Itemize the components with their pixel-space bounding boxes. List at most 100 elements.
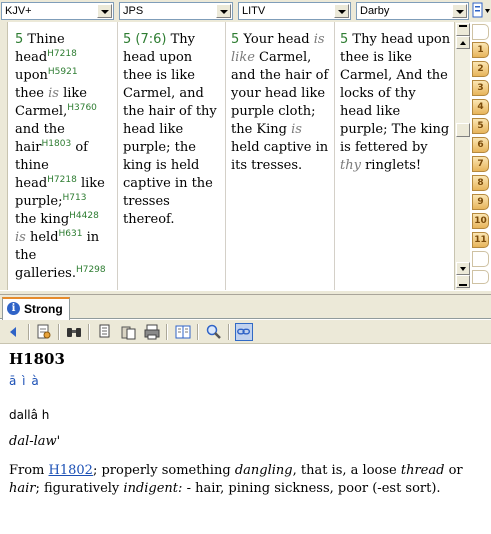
- word: like: [63, 86, 87, 101]
- strong-reference-link[interactable]: H1802: [49, 463, 93, 478]
- def-text: ; properly something: [92, 463, 231, 478]
- book-icon[interactable]: [174, 323, 192, 341]
- verse-reference: (7:6): [135, 32, 167, 47]
- word: and the: [15, 122, 65, 137]
- chevron-down-icon[interactable]: [452, 4, 467, 18]
- word: held: [29, 230, 59, 245]
- chapter-tab[interactable]: 2: [472, 61, 489, 77]
- strong-definition-panel: [0, 345, 491, 534]
- strong-number-link[interactable]: H631: [59, 229, 83, 239]
- strong-number-link[interactable]: H7218: [47, 49, 77, 59]
- chapter-tab[interactable]: 6: [472, 137, 489, 153]
- word: of: [75, 140, 88, 155]
- back-arrow-icon[interactable]: [5, 323, 23, 341]
- chapter-tab[interactable]: 8: [472, 175, 489, 191]
- def-italic: hair: [9, 481, 36, 496]
- chapter-tabs: 1 2 3 4 5 6 7 8 9 10 11: [471, 22, 491, 290]
- chapter-tab[interactable]: 3: [472, 80, 489, 96]
- verse-number[interactable]: 5: [340, 32, 348, 47]
- strong-definition: From H1802; properly something dangling,…: [9, 462, 481, 498]
- more-icon[interactable]: [484, 2, 491, 20]
- version-select-jps-value: JPS: [123, 5, 144, 17]
- def-text: or: [448, 463, 463, 478]
- def-italic: thread: [400, 463, 445, 478]
- paste-icon[interactable]: [120, 323, 138, 341]
- version-select-darby[interactable]: Darby: [356, 2, 469, 20]
- verse-number[interactable]: 5: [231, 32, 239, 47]
- sync-icon[interactable]: [35, 323, 53, 341]
- italic-word: is: [15, 230, 26, 245]
- vertical-scrollbar[interactable]: [454, 22, 470, 290]
- chevron-down-icon[interactable]: [216, 4, 231, 18]
- chapter-tab[interactable]: 1: [472, 42, 489, 58]
- strong-toolbar: [0, 320, 491, 344]
- def-text: , that is, a loose: [292, 463, 397, 478]
- toolbar-separator: [197, 324, 199, 340]
- verse-number[interactable]: 5: [123, 32, 131, 47]
- version-select-darby-value: Darby: [360, 5, 390, 17]
- verse-column-kjv: 5 Thine headH7218 uponH5921 thee is like…: [9, 22, 118, 290]
- word: like: [80, 176, 105, 191]
- print-icon[interactable]: [143, 323, 161, 341]
- version-select-kjv-value: KJV+: [5, 5, 32, 17]
- chapter-tab-blank[interactable]: [472, 270, 489, 284]
- chapter-tab[interactable]: 5: [472, 118, 489, 134]
- link-icon[interactable]: [235, 323, 253, 341]
- chapter-tab[interactable]: 7: [472, 156, 489, 172]
- toolbar-separator: [166, 324, 168, 340]
- strong-number-link[interactable]: H7218: [47, 175, 77, 185]
- chevron-down-icon[interactable]: [97, 4, 112, 18]
- transliteration: dallâ h: [9, 408, 50, 422]
- word: purple;: [15, 194, 63, 209]
- strong-number-link[interactable]: H713: [62, 193, 86, 203]
- word: thee: [15, 86, 44, 101]
- scroll-to-top-button[interactable]: [456, 23, 470, 36]
- def-italic: dangling: [234, 463, 293, 478]
- scroll-to-bottom-button[interactable]: [456, 275, 470, 288]
- tab-strong-label: Strong: [24, 302, 63, 316]
- strong-number-link[interactable]: H7298: [76, 265, 106, 275]
- scroll-thumb[interactable]: [456, 123, 470, 137]
- strong-number-link[interactable]: H5921: [48, 67, 78, 77]
- chapter-tab-blank[interactable]: [472, 24, 489, 40]
- strong-number-link[interactable]: H4428: [69, 211, 99, 221]
- verse-column-darby: 5 Thy head upon thee is like Carmel, And…: [335, 22, 454, 290]
- scroll-down-button[interactable]: [456, 262, 470, 275]
- word: the king: [15, 212, 70, 227]
- chevron-down-icon[interactable]: [334, 4, 349, 18]
- verse-text: Thy head upon thee is like Carmel, and t…: [123, 32, 217, 227]
- zoom-icon[interactable]: [205, 323, 223, 341]
- word: Thine: [27, 32, 65, 47]
- chapter-tab[interactable]: 9: [472, 194, 489, 210]
- verse-text: Your head: [243, 32, 310, 47]
- verse-column-litv: 5 Your head is like Carmel, and the hair…: [226, 22, 335, 290]
- italic-word: is: [48, 86, 59, 101]
- toolbar-separator: [88, 324, 90, 340]
- add-version-icon[interactable]: [472, 2, 484, 20]
- version-select-litv[interactable]: LITV: [238, 2, 351, 20]
- version-select-jps[interactable]: JPS: [119, 2, 233, 20]
- binoculars-icon[interactable]: [65, 323, 83, 341]
- chapter-tab[interactable]: 4: [472, 99, 489, 115]
- version-selector-bar: KJV+ JPS LITV Darby: [0, 0, 491, 22]
- verse-text: ringlets!: [365, 158, 422, 173]
- left-gutter: [0, 22, 8, 290]
- chapter-tab[interactable]: 10: [472, 213, 489, 229]
- copy-icon[interactable]: [97, 323, 115, 341]
- chapter-tab-blank[interactable]: [472, 251, 489, 267]
- strong-number-link[interactable]: H3760: [67, 103, 97, 113]
- toolbar-separator: [28, 324, 30, 340]
- pronunciation: dal-law': [9, 434, 61, 449]
- version-select-kjv[interactable]: KJV+: [1, 2, 114, 20]
- strong-number-title: H1803: [9, 350, 65, 368]
- chapter-tab[interactable]: 11: [472, 232, 489, 248]
- tab-strong[interactable]: i Strong: [2, 297, 70, 320]
- word: head: [15, 176, 48, 191]
- verse-number[interactable]: 5: [15, 32, 23, 47]
- hebrew-word: ā ì à: [9, 374, 40, 388]
- verse-text: held captive in its tresses.: [231, 140, 329, 173]
- strong-number-link[interactable]: H1803: [42, 139, 72, 149]
- def-text: From: [9, 463, 45, 478]
- def-text: ; figuratively: [35, 481, 120, 496]
- scroll-up-button[interactable]: [456, 36, 470, 49]
